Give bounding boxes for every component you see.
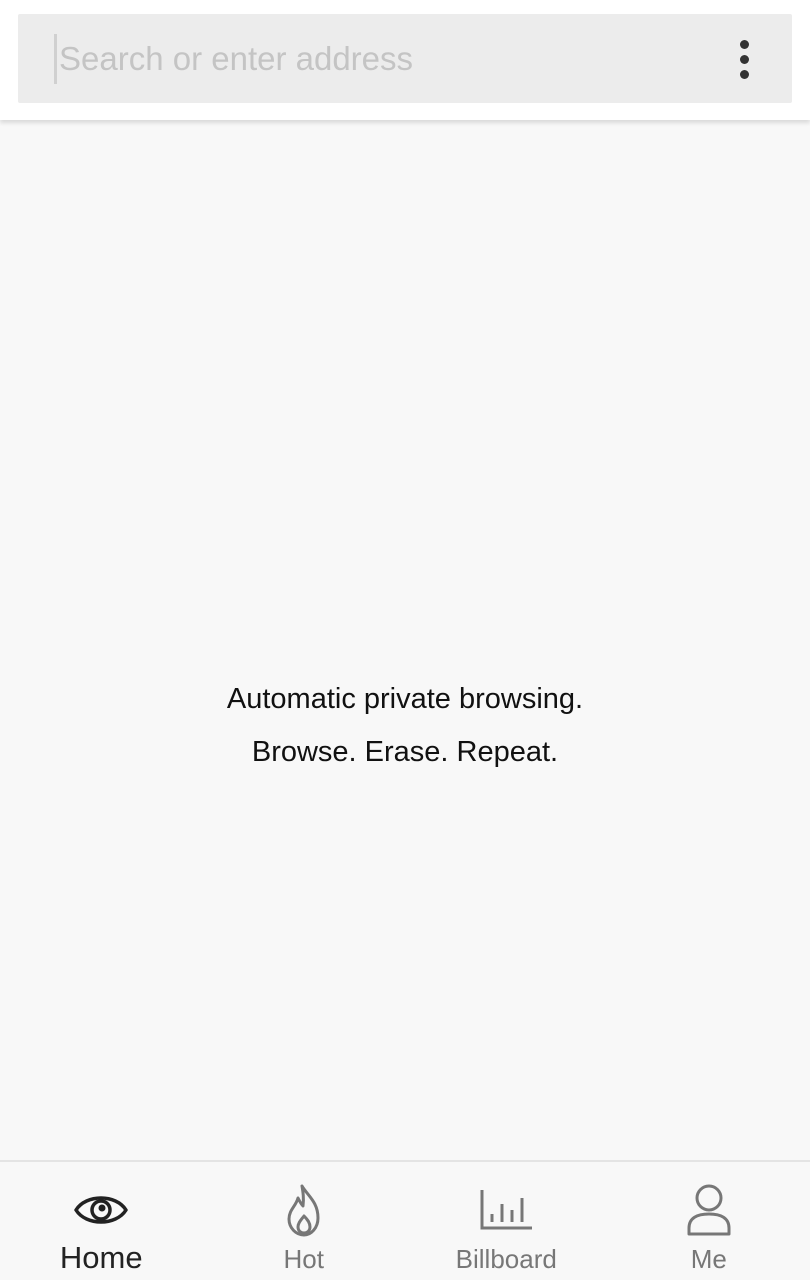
top-bar [0,0,810,120]
bottom-navigation: Home Hot Billboard Me [0,1160,810,1280]
tagline-primary: Automatic private browsing. [226,683,584,715]
nav-item-home[interactable]: Home [0,1162,203,1280]
search-box[interactable] [18,14,792,103]
nav-label-billboard: Billboard [455,1244,557,1274]
home-content: Automatic private browsing. Browse. Eras… [0,122,810,1160]
more-options-button[interactable] [720,34,768,84]
user-icon [687,1184,731,1236]
nav-label-me: Me [690,1244,727,1274]
more-vertical-icon [739,39,749,49]
browser-app: Automatic private browsing. Browse. Eras… [0,0,810,1280]
nav-item-billboard[interactable]: Billboard [405,1162,608,1280]
nav-label-hot: Hot [283,1244,324,1274]
flame-icon [287,1184,320,1237]
nav-item-hot[interactable]: Hot [203,1162,406,1280]
nav-label-home: Home [59,1240,143,1275]
eye-icon [74,1196,128,1224]
bar-chart-icon [480,1190,533,1230]
tagline-secondary: Browse. Erase. Repeat. [251,736,559,768]
search-input[interactable] [54,34,699,84]
nav-item-me[interactable]: Me [608,1162,810,1280]
